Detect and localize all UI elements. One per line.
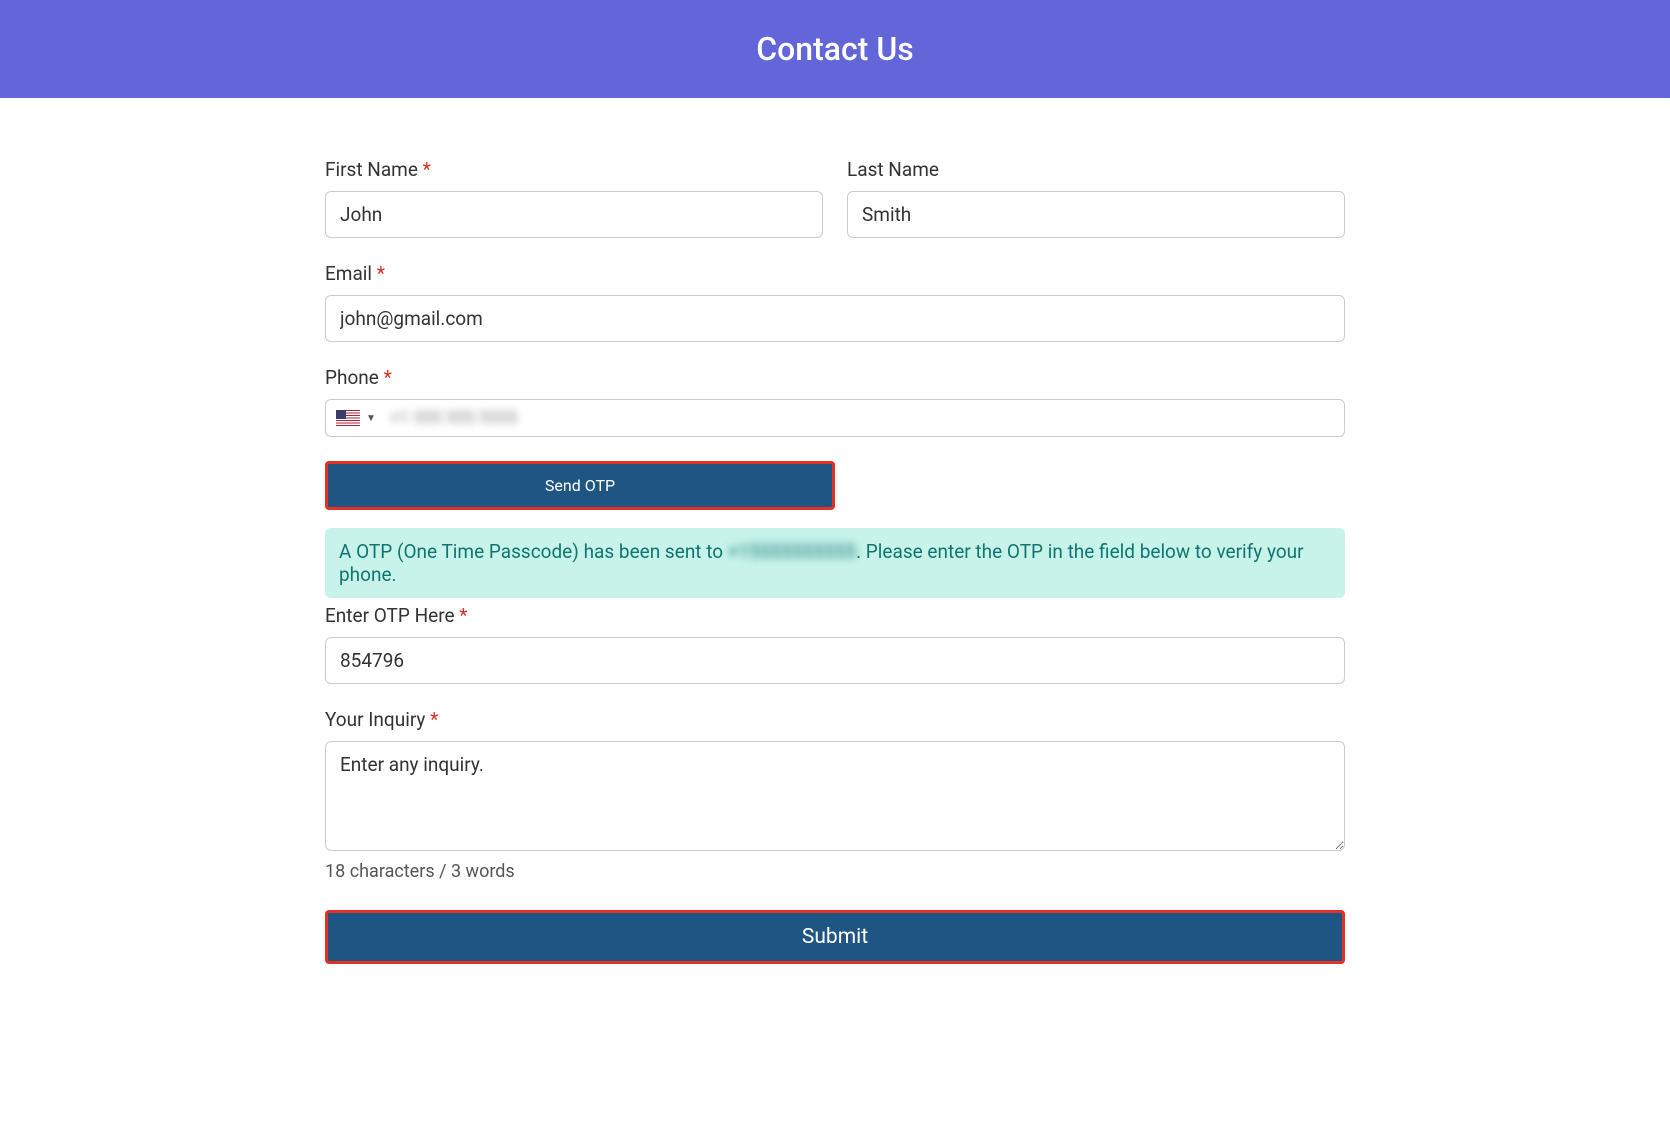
email-group: Email * — [325, 262, 1345, 342]
page-header: Contact Us — [0, 0, 1670, 98]
send-otp-button[interactable]: Send OTP — [325, 461, 835, 510]
otp-sent-message: A OTP (One Time Passcode) has been sent … — [325, 528, 1345, 598]
required-asterisk: * — [459, 604, 467, 627]
otp-blurred-phone: +15555555555 — [728, 540, 856, 563]
contact-form: First Name * Last Name Email * Phone * ▼ — [195, 98, 1475, 1004]
phone-blurred-value: +1 555 555 5555 — [384, 408, 517, 428]
character-counter: 18 characters / 3 words — [325, 861, 1345, 882]
us-flag-icon — [336, 410, 360, 426]
otp-label: Enter OTP Here * — [325, 604, 1345, 627]
required-asterisk: * — [384, 366, 392, 389]
first-name-label: First Name * — [325, 158, 823, 181]
country-flag-select[interactable]: ▼ — [336, 410, 384, 426]
otp-input[interactable] — [325, 637, 1345, 684]
phone-label: Phone * — [325, 366, 1345, 389]
inquiry-textarea[interactable] — [325, 741, 1345, 851]
phone-input-wrapper[interactable]: ▼ +1 555 555 5555 — [325, 399, 1345, 437]
last-name-group: Last Name — [847, 158, 1345, 238]
email-label: Email * — [325, 262, 1345, 285]
last-name-input[interactable] — [847, 191, 1345, 238]
inquiry-group: Your Inquiry * 18 characters / 3 words — [325, 708, 1345, 882]
phone-group: Phone * ▼ +1 555 555 5555 — [325, 366, 1345, 437]
chevron-down-icon: ▼ — [366, 413, 376, 424]
required-asterisk: * — [430, 708, 438, 731]
inquiry-label: Your Inquiry * — [325, 708, 1345, 731]
otp-group: Enter OTP Here * — [325, 604, 1345, 684]
page-title: Contact Us — [0, 30, 1670, 68]
submit-button[interactable]: Submit — [325, 910, 1345, 964]
first-name-input[interactable] — [325, 191, 823, 238]
last-name-label: Last Name — [847, 158, 1345, 181]
required-asterisk: * — [423, 158, 431, 181]
email-input[interactable] — [325, 295, 1345, 342]
required-asterisk: * — [377, 262, 385, 285]
first-name-group: First Name * — [325, 158, 823, 238]
